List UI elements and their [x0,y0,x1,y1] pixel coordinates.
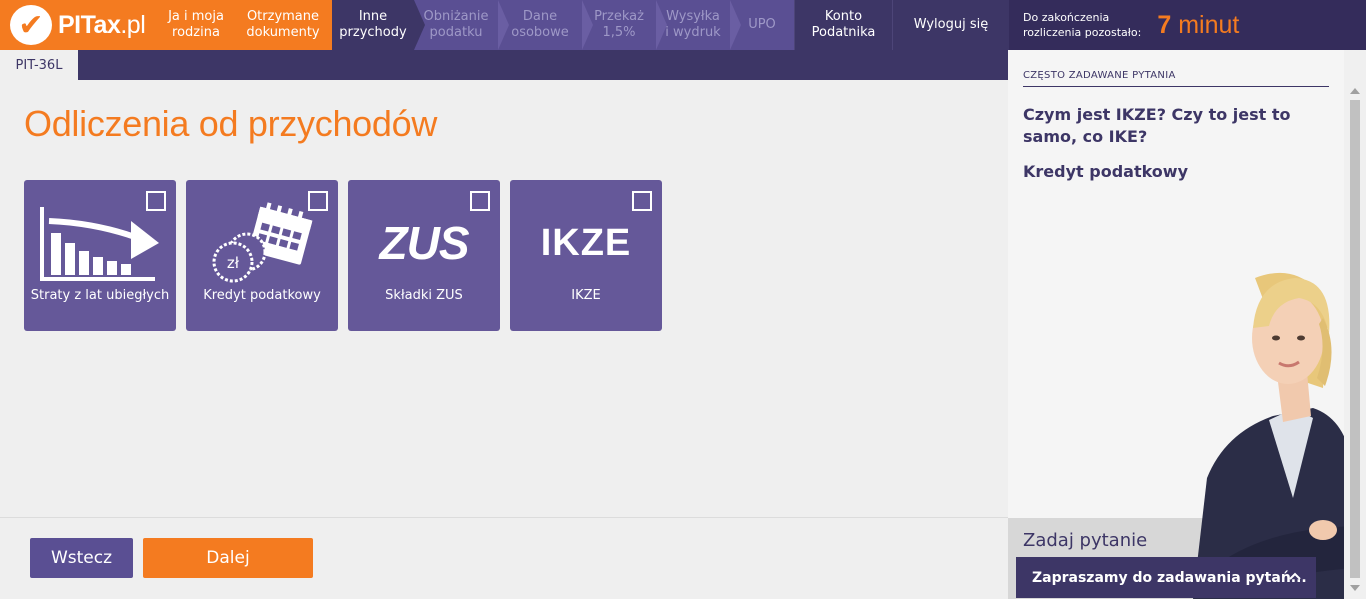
countdown-timer: Do zakończenia rozliczenia pozostało: 7 … [1009,0,1366,50]
timer-value: 7 minut [1157,10,1240,39]
konto-podatnika-button[interactable]: Konto Podatnika [794,0,892,50]
chevron-up-icon [1288,569,1302,587]
logo-text: PITax.pl [58,10,146,39]
form-tab-pit-36l[interactable]: PIT-36L [0,50,78,80]
next-button[interactable]: Dalej [143,538,313,578]
zloty-text: zł [227,254,240,272]
scroll-down-arrow-icon[interactable] [1350,585,1360,591]
zus-logo-icon: ZUS [348,202,500,284]
step-wysylka-i-wydruk: Wysyłka i wydruk [656,0,730,50]
step-ja-i-moja-rodzina[interactable]: Ja i moja rodzina [160,0,232,50]
tile-label: Kredyt podatkowy [203,288,321,303]
step-dane-osobowe: Dane osobowe [498,0,582,50]
scroll-up-arrow-icon[interactable] [1350,88,1360,94]
tile-straty-z-lat-ubieglych[interactable]: Straty z lat ubiegłych [24,180,176,331]
faq-heading: CZĘSTO ZADAWANE PYTANIA [1023,70,1329,87]
ask-question-label: Zadaj pytanie [1023,530,1148,551]
back-button[interactable]: Wstecz [30,538,133,578]
step-chevron [414,0,425,50]
faq-sidebar: CZĘSTO ZADAWANE PYTANIA Czym jest IKZE? … [1008,50,1353,599]
faq-item-ikze[interactable]: Czym jest IKZE? Czy to jest to samo, co … [1023,104,1323,148]
step-otrzymane-dokumenty[interactable]: Otrzymane dokumenty [238,0,328,50]
step-inne-przychody[interactable]: Inne przychody [332,0,414,50]
tile-ikze[interactable]: IKZE IKZE [510,180,662,331]
chat-bar-label: Zapraszamy do zadawania pytań... [1032,569,1307,586]
timer-label: Do zakończenia rozliczenia pozostało: [1023,11,1142,39]
faq-item-kredyt-podatkowy[interactable]: Kredyt podatkowy [1023,161,1323,183]
logo[interactable]: ✔ PITax.pl [10,5,146,45]
ikze-logo-icon: IKZE [510,202,662,284]
page-title: Odliczenia od przychodów [24,103,438,144]
tile-label: IKZE [571,288,601,303]
logout-button[interactable]: Wyloguj się [892,0,1009,50]
step-chevron [498,0,509,50]
step-chevron [582,0,593,50]
tile-label: Składki ZUS [385,288,463,303]
tile-kredyt-podatkowy[interactable]: zł Kredyt podatkowy [186,180,338,331]
step-przekaz: Przekaż 1,5% [582,0,656,50]
tile-skladki-zus[interactable]: ZUS Składki ZUS [348,180,500,331]
tile-label: Straty z lat ubiegłych [30,288,170,303]
chat-bar[interactable]: Zapraszamy do zadawania pytań... [1016,557,1316,598]
scroll-thumb[interactable] [1350,100,1360,578]
consultant-avatar [1193,272,1353,599]
chart-arrow-icon [24,202,176,284]
footer-divider [0,517,1008,518]
step-obnizanie-podatku: Obniżanie podatku [414,0,498,50]
calendar-coins-icon: zł [186,202,338,284]
step-chevron [656,0,667,50]
vertical-scrollbar[interactable] [1344,50,1366,599]
ikze-logo-text: IKZE [540,221,632,264]
zus-logo-text: ZUS [379,217,470,269]
step-chevron [321,0,332,50]
step-chevron [730,0,741,50]
sub-bar [0,50,1008,80]
logo-check-icon: ✔ [10,5,52,45]
top-bar: ✔ PITax.pl Ja i moja rodzina Otrzymane d… [0,0,1366,50]
